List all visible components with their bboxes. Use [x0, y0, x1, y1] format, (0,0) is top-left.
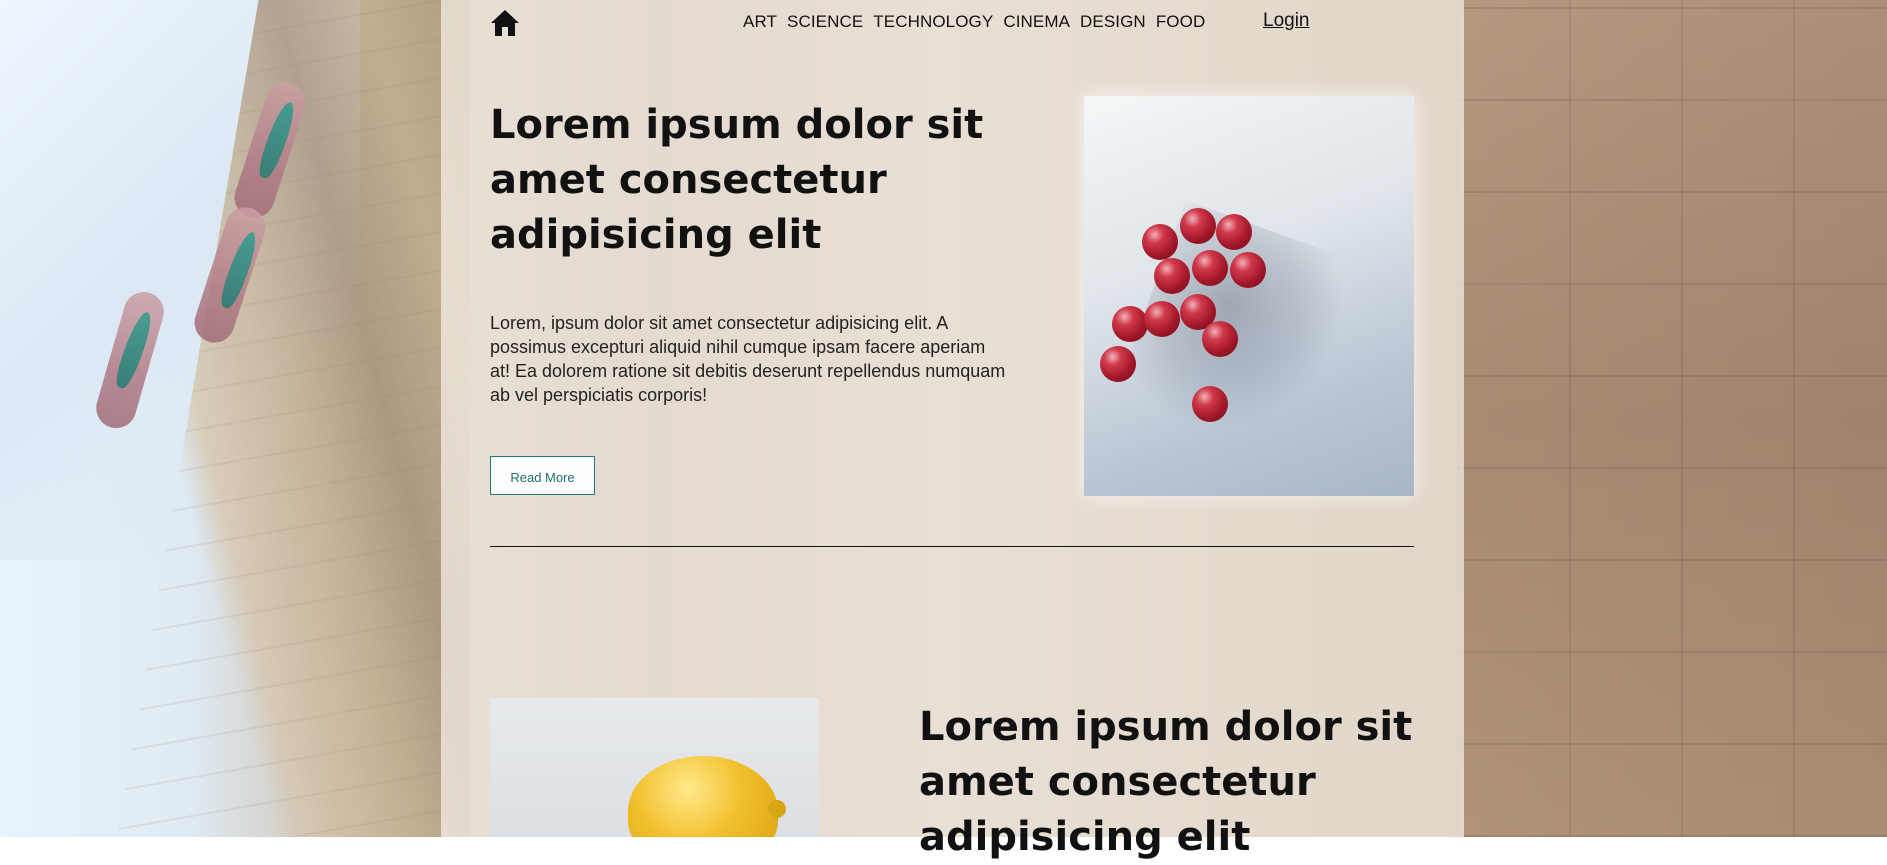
article-image-grapes — [1084, 96, 1414, 496]
nav-item-cinema[interactable]: CINEMA — [1003, 12, 1070, 32]
nav-item-science[interactable]: SCIENCE — [787, 12, 863, 32]
read-more-button[interactable]: Read More — [490, 456, 595, 495]
nav-item-design[interactable]: DESIGN — [1080, 12, 1146, 32]
grape — [1142, 224, 1178, 260]
section-divider — [490, 546, 1414, 547]
home-icon[interactable] — [490, 9, 520, 37]
article-excerpt: Lorem, ipsum dolor sit amet consectetur … — [490, 313, 1006, 405]
grape — [1192, 250, 1228, 286]
grape — [1230, 252, 1266, 288]
facade-right — [1457, 0, 1887, 837]
main-nav: ART SCIENCE TECHNOLOGY CINEMA DESIGN FOO… — [743, 12, 1215, 32]
site-header: ART SCIENCE TECHNOLOGY CINEMA DESIGN FOO… — [490, 0, 1414, 46]
grape — [1100, 346, 1136, 382]
article-title: Lorem ipsum dolor sit amet consectetur a… — [919, 704, 1413, 860]
article-title: Lorem ipsum dolor sit amet consectetur a… — [490, 102, 984, 258]
lemon — [628, 756, 786, 837]
grape — [1202, 321, 1238, 357]
grape — [1192, 386, 1228, 422]
grape — [1180, 208, 1216, 244]
nav-item-art[interactable]: ART — [743, 12, 777, 32]
grape — [1154, 258, 1190, 294]
grape — [1112, 306, 1148, 342]
nav-item-food[interactable]: FOOD — [1156, 12, 1206, 32]
grape — [1144, 301, 1180, 337]
article-image-lemon — [490, 698, 819, 837]
login-link[interactable]: Login — [1263, 10, 1310, 32]
grape — [1216, 214, 1252, 250]
nav-item-technology[interactable]: TECHNOLOGY — [873, 12, 993, 32]
